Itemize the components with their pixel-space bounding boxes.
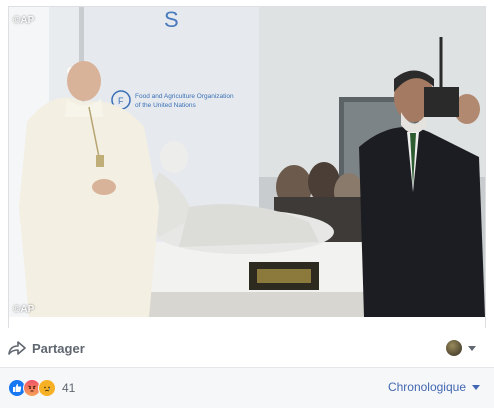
- photo-scene: S F Food and Agriculture Organization of…: [9, 7, 485, 317]
- reaction-bar: 41 Chronologique: [0, 368, 494, 408]
- comment-sort-dropdown[interactable]: Chronologique: [388, 380, 480, 394]
- banner-line-2: of the United Nations: [135, 102, 196, 109]
- avatar: [446, 340, 462, 356]
- banner-line-1: Food and Agriculture Organization: [135, 93, 234, 100]
- share-arrow-icon: [8, 341, 26, 355]
- profile-picker[interactable]: [446, 340, 476, 356]
- watermark-bottom: ©AP: [13, 304, 35, 315]
- sad-icon: [38, 379, 56, 397]
- chevron-down-icon: [472, 384, 480, 390]
- post-photo-frame[interactable]: S F Food and Agriculture Organization of…: [8, 6, 486, 328]
- share-label: Partager: [32, 340, 85, 356]
- post-photo[interactable]: S F Food and Agriculture Organization of…: [9, 7, 485, 317]
- svg-text:F: F: [118, 96, 124, 106]
- reactions-summary[interactable]: 41: [8, 379, 75, 397]
- sort-label: Chronologique: [387, 380, 466, 394]
- action-bar: Partager: [0, 328, 494, 368]
- chevron-down-icon: [468, 345, 476, 351]
- reaction-count: 41: [62, 381, 76, 395]
- facebook-post: S F Food and Agriculture Organization of…: [0, 0, 494, 408]
- watermark-top: ©AP: [13, 15, 35, 26]
- photo-bottom-strip: [9, 317, 485, 328]
- svg-text:S: S: [164, 7, 179, 32]
- share-button[interactable]: Partager: [8, 338, 85, 358]
